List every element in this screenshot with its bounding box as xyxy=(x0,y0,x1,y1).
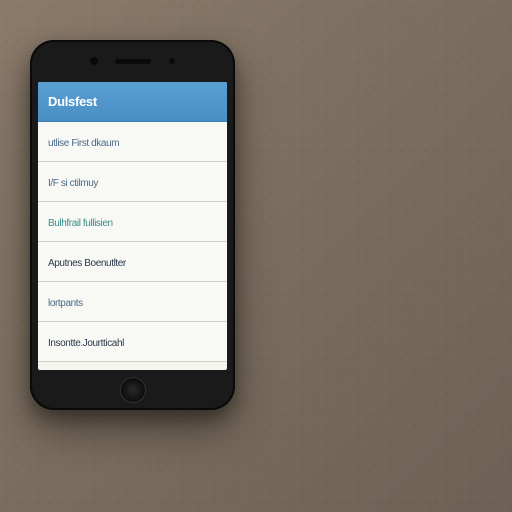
proximity-sensor xyxy=(169,58,175,64)
app-header: Dulsfest xyxy=(38,82,227,122)
list-item-label: lortpants xyxy=(48,298,83,309)
list-item-label: I/F si ctilmuy xyxy=(48,178,98,189)
list-item[interactable]: Aputnes Boenutlter xyxy=(38,242,227,282)
app-title: Dulsfest xyxy=(48,94,97,109)
phone-notch-area xyxy=(30,40,235,82)
list-item-label: Bulhfrail fullisien xyxy=(48,218,113,229)
list-item-label: utlise First dkaum xyxy=(48,138,119,149)
list-item-label: Insontte.Jourtticahl xyxy=(48,338,124,349)
earpiece-speaker xyxy=(115,59,151,64)
list-item[interactable]: Insontte.Jourtticahl xyxy=(38,322,227,362)
list-item[interactable]: utlise First dkaum xyxy=(38,122,227,162)
home-button[interactable] xyxy=(120,377,146,403)
list-item-label: Aputnes Boenutlter xyxy=(48,258,126,269)
phone-frame: Dulsfest utlise First dkaum I/F si ctilm… xyxy=(30,40,235,410)
list-item[interactable]: lortpants xyxy=(38,282,227,322)
front-camera xyxy=(90,57,98,65)
menu-list: utlise First dkaum I/F si ctilmuy Bulhfr… xyxy=(38,122,227,362)
phone-screen: Dulsfest utlise First dkaum I/F si ctilm… xyxy=(38,82,227,370)
list-item[interactable]: Bulhfrail fullisien xyxy=(38,202,227,242)
list-item[interactable]: I/F si ctilmuy xyxy=(38,162,227,202)
